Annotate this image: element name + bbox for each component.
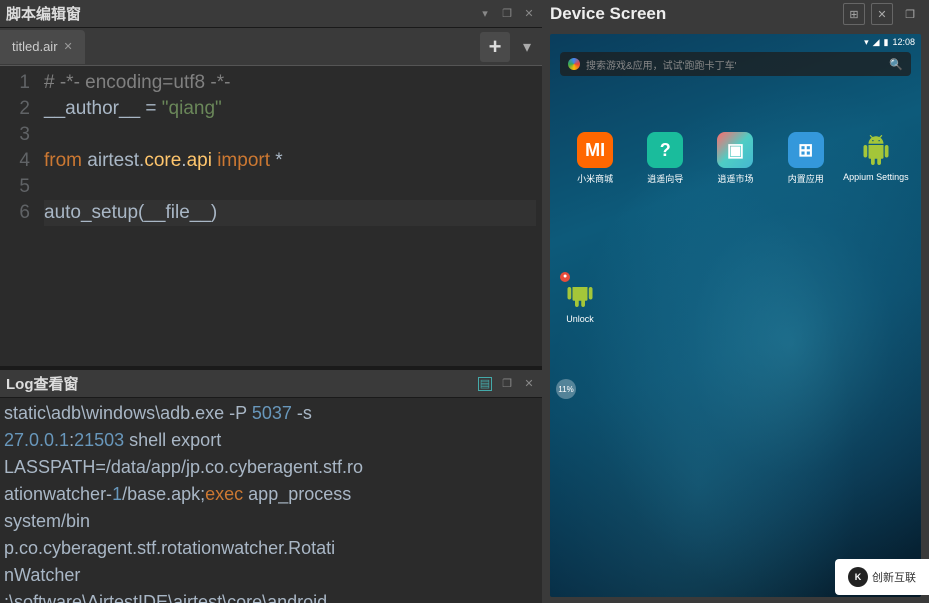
tab-dropdown-icon[interactable]: ▾	[516, 32, 538, 62]
tab-label: titled.air	[12, 39, 58, 54]
panel-close-icon[interactable]: ✕	[522, 7, 536, 21]
device-panel-header: Device Screen ⊞ ✕ ❐	[542, 0, 929, 28]
search-logo-icon	[568, 58, 580, 70]
code-keyword: import	[212, 150, 275, 171]
panel-pop-icon[interactable]: ❐	[500, 7, 514, 21]
app-xiaomi-store[interactable]: MI 小米商城	[562, 132, 628, 185]
log-number: 5037	[252, 403, 292, 423]
log-text: shell export	[124, 430, 221, 450]
android-icon	[858, 132, 894, 168]
editor-tab[interactable]: titled.air ✕	[0, 30, 85, 64]
watermark-logo-icon: K	[848, 567, 868, 587]
device-tools-icon[interactable]: ✕	[871, 3, 893, 25]
tab-add-button[interactable]: +	[480, 32, 510, 62]
line-number: 5	[0, 174, 30, 200]
status-time: 12:08	[892, 37, 915, 47]
log-text: /base.apk;	[122, 484, 205, 504]
log-keyword: exec	[205, 484, 243, 504]
code-module: core	[144, 150, 181, 171]
log-number: 1	[112, 484, 122, 504]
app-guide[interactable]: ? 逍遥向导	[632, 132, 698, 185]
app-market[interactable]: ▣ 逍遥市场	[702, 132, 768, 185]
log-text: app_process	[243, 484, 351, 504]
log-close-icon[interactable]: ✕	[522, 377, 536, 391]
android-icon: ●	[562, 274, 598, 310]
panel-menu-icon[interactable]: ▾	[478, 7, 492, 21]
log-text: p.co.cyberagent.stf.rotationwatcher.Rota…	[4, 538, 335, 558]
log-pop-icon[interactable]: ❐	[500, 377, 514, 391]
app-label: 内置应用	[788, 172, 824, 185]
editor-panel-title: 脚本编辑窗	[6, 3, 478, 24]
signal-icon: ◢	[873, 37, 880, 48]
log-text: -s	[292, 403, 312, 423]
line-number: 4	[0, 148, 30, 174]
log-text: ationwatcher-	[4, 484, 112, 504]
log-text: nWatcher	[4, 565, 80, 585]
line-number: 2	[0, 96, 30, 122]
search-placeholder: 搜索游戏&应用，试试'跑跑卡丁车'	[586, 57, 889, 72]
editor-tabbar: titled.air ✕ + ▾	[0, 28, 542, 66]
log-output[interactable]: static\adb\windows\adb.exe -P 5037 -s 27…	[0, 398, 542, 603]
code-arg: __file__	[144, 202, 211, 223]
line-gutter: 1 2 3 4 5 6	[0, 66, 38, 366]
watermark-text: 创新互联	[872, 569, 916, 585]
android-statusbar: ▾ ◢ ▮ 12:08	[550, 34, 921, 50]
line-number: 1	[0, 70, 30, 96]
log-panel-title: Log查看窗	[6, 373, 478, 394]
app-label: 小米商城	[577, 172, 613, 185]
app-label: Appium Settings	[843, 172, 909, 182]
log-filter-icon[interactable]: ▤	[478, 377, 492, 391]
log-number: 27.0.0.1	[4, 430, 69, 450]
device-grid-icon[interactable]: ⊞	[843, 3, 865, 25]
app-icon: ▣	[717, 132, 753, 168]
app-icon: ?	[647, 132, 683, 168]
log-text: system/bin	[4, 511, 90, 531]
app-appium-settings[interactable]: Appium Settings	[843, 132, 909, 185]
search-action-icon[interactable]: 🔍	[889, 58, 903, 71]
app-unlock[interactable]: ● Unlock	[562, 274, 598, 324]
device-pop-icon[interactable]: ❐	[899, 3, 921, 25]
app-label: 逍遥向导	[647, 172, 683, 185]
code-string: "qiang"	[157, 98, 222, 119]
wifi-icon: ▾	[864, 37, 869, 48]
code-module: api	[187, 150, 212, 171]
log-text: LASSPATH=/data/app/jp.co.cyberagent.stf.…	[4, 457, 363, 477]
code-module: airtest	[82, 150, 139, 171]
device-searchbar[interactable]: 搜索游戏&应用，试试'跑跑卡丁车' 🔍	[560, 52, 911, 76]
code-star: *	[275, 150, 282, 171]
floating-bubble[interactable]: 11%	[556, 379, 576, 399]
device-screen[interactable]: ▾ ◢ ▮ 12:08 搜索游戏&应用，试试'跑跑卡丁车' 🔍 MI 小米商城 …	[550, 34, 921, 597]
watermark: K 创新互联	[835, 559, 929, 595]
battery-icon: ▮	[884, 37, 889, 48]
device-panel-title: Device Screen	[550, 4, 837, 24]
app-icon: ⊞	[788, 132, 824, 168]
code-editor[interactable]: 1 2 3 4 5 6 # -*- encoding=utf8 -*- __au…	[0, 66, 542, 366]
log-text: :\software\AirtestIDE\airtest\core\andro…	[4, 592, 327, 603]
app-builtin[interactable]: ⊞ 内置应用	[773, 132, 839, 185]
line-number: 6	[0, 200, 30, 226]
code-paren: )	[211, 202, 217, 223]
code-area[interactable]: # -*- encoding=utf8 -*- __author__ = "qi…	[38, 66, 542, 366]
log-panel-header: Log查看窗 ▤ ❐ ✕	[0, 370, 542, 398]
app-label: 逍遥市场	[717, 172, 753, 185]
code-func: auto_setup	[44, 202, 138, 223]
line-number: 3	[0, 122, 30, 148]
log-text: static\adb\windows\adb.exe -P	[4, 403, 252, 423]
code-ident: __author__	[44, 98, 145, 119]
editor-panel-header: 脚本编辑窗 ▾ ❐ ✕	[0, 0, 542, 28]
tab-close-icon[interactable]: ✕	[64, 40, 73, 53]
app-icon: MI	[577, 132, 613, 168]
code-keyword: from	[44, 150, 82, 171]
app-label: Unlock	[566, 314, 594, 324]
code-comment: # -*- encoding=utf8 -*-	[44, 72, 230, 93]
log-number: 21503	[74, 430, 124, 450]
code-op: =	[145, 98, 156, 119]
app-grid: MI 小米商城 ? 逍遥向导 ▣ 逍遥市场 ⊞ 内置应用	[550, 132, 921, 185]
